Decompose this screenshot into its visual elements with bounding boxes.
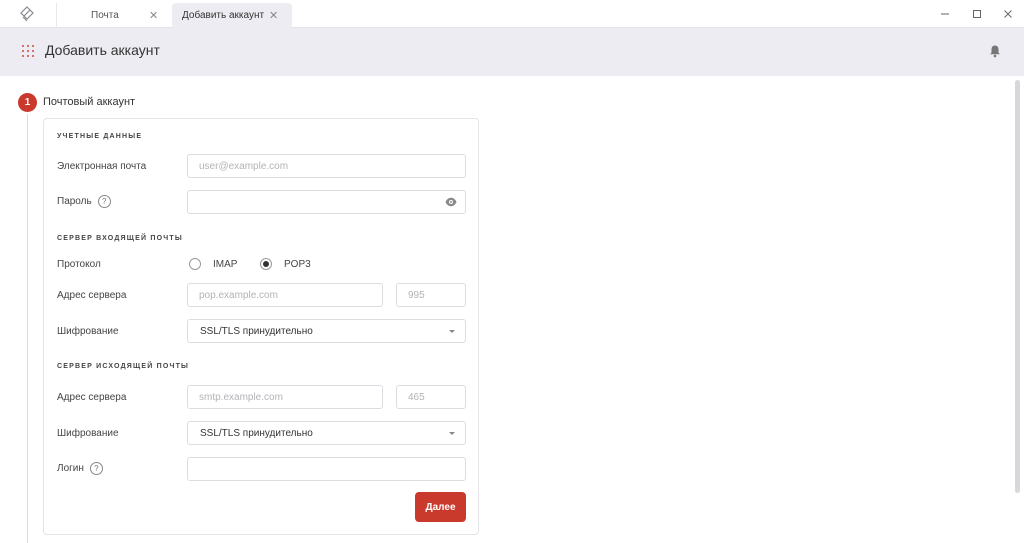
password-field[interactable]	[187, 190, 466, 214]
password-label: Пароль ?	[57, 195, 111, 208]
tab-mail-label: Почта	[91, 10, 119, 21]
outgoing-encryption-label: Шифрование	[57, 428, 119, 439]
incoming-encryption-select[interactable]: SSL/TLS принудительно	[187, 319, 466, 343]
apps-grid-icon[interactable]	[22, 45, 34, 57]
imap-radio-label[interactable]: IMAP	[213, 259, 237, 270]
app-logo-icon	[20, 6, 34, 22]
title-bar: Почта ✕ Добавить аккаунт ✕	[0, 0, 1024, 28]
pop3-radio-label[interactable]: POP3	[284, 259, 311, 270]
email-field[interactable]	[187, 154, 466, 178]
page-title: Добавить аккаунт	[45, 42, 160, 58]
login-label: Логин ?	[57, 462, 103, 475]
window-close-icon[interactable]	[1000, 6, 1016, 22]
incoming-server-label: Адрес сервера	[57, 290, 127, 301]
login-field[interactable]	[187, 457, 466, 481]
tab-add-account-label: Добавить аккаунт	[182, 10, 265, 21]
page-header: Добавить аккаунт	[0, 28, 1024, 76]
outgoing-encryption-select[interactable]: SSL/TLS принудительно	[187, 421, 466, 445]
outgoing-port-input[interactable]	[396, 385, 466, 409]
help-icon[interactable]: ?	[89, 462, 103, 475]
step-title: Почтовый аккаунт	[43, 96, 136, 108]
bell-icon[interactable]	[988, 44, 1002, 58]
incoming-port-input[interactable]	[396, 283, 466, 307]
help-icon[interactable]: ?	[97, 195, 111, 208]
incoming-server-heading: СЕРВЕР ВХОДЯЩЕЙ ПОЧТЫ	[57, 235, 183, 242]
step-connector-line	[27, 114, 28, 543]
maximize-icon[interactable]	[969, 6, 985, 22]
scrollbar[interactable]	[1015, 80, 1020, 493]
outgoing-encryption-value: SSL/TLS принудительно	[200, 427, 313, 439]
eye-icon[interactable]	[445, 197, 457, 207]
pop3-radio[interactable]	[260, 258, 272, 270]
close-icon[interactable]: ✕	[269, 9, 278, 22]
outgoing-server-input[interactable]	[187, 385, 383, 409]
chevron-down-icon	[449, 330, 455, 333]
close-icon[interactable]: ✕	[149, 9, 158, 22]
minimize-icon[interactable]	[937, 6, 953, 22]
tab-mail[interactable]: Почта ✕	[56, 3, 172, 28]
outgoing-server-heading: СЕРВЕР ИСХОДЯЩЕЙ ПОЧТЫ	[57, 363, 190, 370]
step-number-badge: 1	[18, 93, 37, 112]
protocol-label: Протокол	[57, 259, 101, 270]
incoming-encryption-label: Шифрование	[57, 326, 119, 337]
tab-add-account[interactable]: Добавить аккаунт ✕	[172, 3, 292, 28]
incoming-server-input[interactable]	[187, 283, 383, 307]
chevron-down-icon	[449, 432, 455, 435]
incoming-encryption-value: SSL/TLS принудительно	[200, 325, 313, 337]
outgoing-server-label: Адрес сервера	[57, 392, 127, 403]
imap-radio[interactable]	[189, 258, 201, 270]
credentials-heading: УЧЕТНЫЕ ДАННЫЕ	[57, 133, 143, 140]
email-label: Электронная почта	[57, 161, 147, 172]
next-button[interactable]: Далее	[415, 492, 466, 522]
